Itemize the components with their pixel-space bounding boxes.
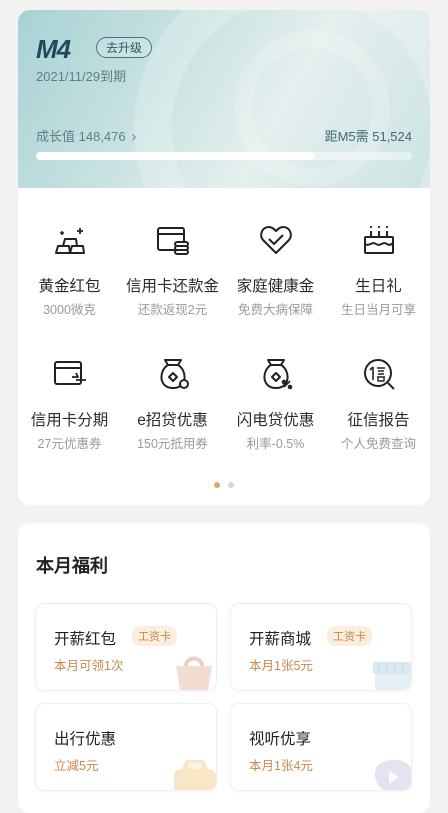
feature-birthday-gift[interactable]: 生日礼 生日当月可享 <box>327 188 430 322</box>
monthly-benefits-card: 本月福利 开薪红包 工资卡 本月可领1次 开薪商城 工资卡 本月1张5元 出行优… <box>18 523 430 813</box>
heart-icon <box>259 226 292 254</box>
benefit-desc: 本月1张5元 <box>249 659 313 673</box>
next-level-requirement: 距M5需 51,524 <box>324 129 412 144</box>
benefit-name: 视听优享 <box>249 731 312 748</box>
credit-report-icon <box>363 359 395 390</box>
benefit-salary-red-packet[interactable]: 开薪红包 工资卡 本月可领1次 <box>36 604 216 690</box>
decorative-swirl-inner <box>234 30 390 186</box>
feature-family-health[interactable]: 家庭健康金 免费大病保障 <box>224 188 327 322</box>
salary-card-tag: 工资卡 <box>132 626 177 646</box>
membership-hero: M4 去升级 2021/11/29到期 成长值 148,476 › 距M5需 51… <box>18 10 430 296</box>
benefits-title: 本月福利 <box>36 556 108 576</box>
growth-value-link[interactable]: 成长值 148,476 › <box>36 126 136 145</box>
expire-date: 2021/11/29到期 <box>36 69 127 84</box>
benefit-salary-mall[interactable]: 开薪商城 工资卡 本月1张5元 <box>231 604 411 690</box>
feature-subtitle: 还款返现2元 <box>137 303 208 317</box>
page-dot[interactable] <box>228 482 234 488</box>
money-bag-icon <box>160 359 189 389</box>
feature-title: 生日礼 <box>355 278 402 295</box>
benefit-name: 开薪商城 <box>249 631 312 648</box>
feature-e-loan[interactable]: e招贷优惠 150元抵用券 <box>121 322 224 456</box>
feature-subtitle: 3000微克 <box>43 303 96 317</box>
feature-subtitle: 27元优惠券 <box>37 437 102 451</box>
benefit-desc: 本月1张4元 <box>249 759 313 773</box>
member-level: M4 <box>36 34 71 64</box>
benefit-travel[interactable]: 出行优惠 立减5元 <box>36 704 216 790</box>
credit-card-coins-icon <box>156 227 189 255</box>
salary-card-tag: 工资卡 <box>327 626 372 646</box>
credit-card-installment-icon <box>53 361 86 385</box>
gold-bars-icon <box>54 228 85 254</box>
feature-title: 信用卡分期 <box>30 412 109 429</box>
feature-subtitle: 个人免费查询 <box>340 437 416 451</box>
benefit-name: 出行优惠 <box>54 731 117 748</box>
feature-title: 黄金红包 <box>38 278 101 295</box>
money-bag-percent-icon <box>263 359 292 390</box>
growth-progress-fill <box>36 152 315 160</box>
red-envelope-icon <box>176 656 212 690</box>
feature-title: 家庭健康金 <box>236 278 315 295</box>
benefit-name: 开薪红包 <box>54 631 117 648</box>
car-icon <box>174 760 216 790</box>
membership-card: M4 去升级 2021/11/29到期 成长值 148,476 › 距M5需 51… <box>18 10 430 505</box>
feature-credit-report[interactable]: 征信报告 个人免费查询 <box>327 322 430 456</box>
feature-credit-installment[interactable]: 信用卡分期 27元优惠券 <box>18 322 121 456</box>
benefit-desc: 立减5元 <box>54 759 99 773</box>
feature-title: 征信报告 <box>347 412 410 429</box>
feature-title: 闪电贷优惠 <box>236 412 315 429</box>
feature-subtitle: 免费大病保障 <box>237 303 313 317</box>
growth-value: 成长值 148,476 <box>36 129 126 144</box>
feature-subtitle: 150元抵用券 <box>137 437 208 451</box>
feature-subtitle: 生日当月可享 <box>340 303 416 317</box>
play-icon <box>375 760 411 790</box>
feature-credit-repay[interactable]: 信用卡还款金 还款返现2元 <box>121 188 224 322</box>
feature-flash-loan[interactable]: 闪电贷优惠 利率-0.5% <box>224 322 327 456</box>
upgrade-button[interactable]: 去升级 <box>96 37 153 58</box>
feature-grid: 黄金红包 3000微克 信用卡还款金 还款返现2元 家庭健康金 免费大病保障 生… <box>18 188 430 456</box>
feature-title: e招贷优惠 <box>137 412 208 429</box>
feature-subtitle: 利率-0.5% <box>246 437 305 451</box>
storefront-icon <box>373 662 411 690</box>
chevron-right-icon: › <box>131 128 137 144</box>
benefit-desc: 本月可领1次 <box>54 659 124 673</box>
growth-progress-bar <box>36 152 412 160</box>
feature-gold-red-packet[interactable]: 黄金红包 3000微克 <box>18 188 121 322</box>
feature-title: 信用卡还款金 <box>125 278 219 295</box>
page-indicator <box>18 475 430 493</box>
page-dot-active[interactable] <box>214 482 220 488</box>
birthday-cake-icon <box>363 226 394 254</box>
benefit-media[interactable]: 视听优享 本月1张4元 <box>231 704 411 790</box>
